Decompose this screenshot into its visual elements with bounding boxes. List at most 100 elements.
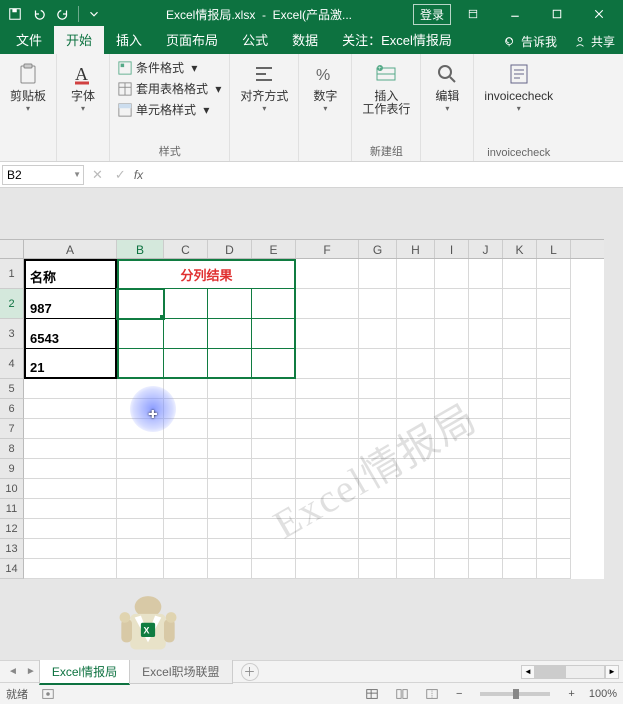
invoice-icon bbox=[505, 60, 533, 88]
horizontal-scrollbar[interactable]: ◄ ► bbox=[259, 665, 619, 679]
group-font: A 字体▾ bbox=[57, 54, 110, 161]
paste-button[interactable]: 剪贴板▾ bbox=[6, 58, 50, 115]
row-10[interactable]: 10 bbox=[0, 479, 604, 499]
zoom-in-button[interactable]: + bbox=[564, 688, 578, 700]
view-normal-icon[interactable] bbox=[362, 686, 382, 702]
cell-A3: 6543 bbox=[24, 319, 117, 349]
tab-page-layout[interactable]: 页面布局 bbox=[154, 26, 230, 54]
row-7[interactable]: 7 bbox=[0, 419, 604, 439]
cell-A2: 987 bbox=[24, 289, 117, 319]
row-8[interactable]: 8 bbox=[0, 439, 604, 459]
view-page-layout-icon[interactable] bbox=[392, 686, 412, 702]
accept-formula-icon: ✓ bbox=[115, 167, 126, 183]
tab-file[interactable]: 文件 bbox=[4, 26, 54, 54]
scroll-right-icon[interactable]: ► bbox=[605, 665, 619, 679]
cell-B1E1-merged: 分列结果 bbox=[117, 259, 296, 289]
clipboard-icon bbox=[14, 60, 42, 88]
quick-access-toolbar bbox=[4, 3, 105, 25]
sheet-nav-prev[interactable]: ◄ bbox=[4, 666, 22, 677]
col-header-E[interactable]: E bbox=[252, 240, 296, 258]
macro-record-icon[interactable] bbox=[38, 686, 58, 702]
group-label-styles: 样式 bbox=[159, 143, 181, 159]
maximize-icon[interactable] bbox=[537, 0, 577, 28]
insert-row-button[interactable]: + 插入 工作表行 bbox=[358, 58, 414, 118]
row-12[interactable]: 12 bbox=[0, 519, 604, 539]
minimize-icon[interactable] bbox=[495, 0, 535, 28]
close-icon[interactable] bbox=[579, 0, 619, 28]
group-clipboard: 剪贴板▾ bbox=[0, 54, 57, 161]
zoom-value[interactable]: 100% bbox=[589, 688, 617, 700]
fx-icon[interactable]: fx bbox=[134, 168, 143, 182]
row-2[interactable]: 2 987 bbox=[0, 289, 604, 319]
formula-bar: B2▼ ✕ ✓ fx bbox=[0, 162, 623, 188]
undo-icon[interactable] bbox=[28, 3, 50, 25]
table-format-button[interactable]: 套用表格格式 ▾ bbox=[116, 79, 223, 98]
tab-data[interactable]: 数据 bbox=[280, 26, 330, 54]
save-icon[interactable] bbox=[4, 3, 26, 25]
conditional-format-button[interactable]: 条件格式 ▾ bbox=[116, 58, 223, 77]
font-button[interactable]: A 字体▾ bbox=[63, 58, 103, 115]
group-invoicecheck: invoicecheck▾ invoicecheck bbox=[474, 54, 563, 161]
row-14[interactable]: 14 bbox=[0, 559, 604, 579]
formula-input[interactable] bbox=[151, 165, 621, 185]
edit-button[interactable]: 编辑▾ bbox=[427, 58, 467, 115]
status-bar: 就绪 − + 100% bbox=[0, 682, 623, 704]
login-button[interactable]: 登录 bbox=[413, 4, 451, 25]
tab-insert[interactable]: 插入 bbox=[104, 26, 154, 54]
col-header-I[interactable]: I bbox=[435, 240, 469, 258]
row-4[interactable]: 4 21 bbox=[0, 349, 604, 379]
grid[interactable]: A B C D E F G H I J K L 1 名称 分列结果 2 987 bbox=[0, 239, 604, 579]
cell-B2 bbox=[117, 289, 164, 319]
row-11[interactable]: 11 bbox=[0, 499, 604, 519]
tab-formula[interactable]: 公式 bbox=[230, 26, 280, 54]
percent-icon: % bbox=[311, 60, 339, 88]
redo-icon[interactable] bbox=[52, 3, 74, 25]
tab-attention[interactable]: 关注：Excel情报局 bbox=[330, 26, 464, 54]
cell-A1: 名称 bbox=[24, 259, 117, 289]
row-3[interactable]: 3 6543 bbox=[0, 319, 604, 349]
name-box[interactable]: B2▼ bbox=[2, 165, 84, 185]
search-icon bbox=[433, 60, 461, 88]
col-header-H[interactable]: H bbox=[397, 240, 435, 258]
zoom-slider[interactable] bbox=[480, 692, 550, 696]
group-align: 对齐方式▾ bbox=[230, 54, 299, 161]
row-6[interactable]: 6 bbox=[0, 399, 604, 419]
number-button[interactable]: % 数字▾ bbox=[305, 58, 345, 115]
svg-text:A: A bbox=[75, 64, 88, 84]
add-sheet-button[interactable]: ＋ bbox=[241, 663, 259, 681]
cell-A4: 21 bbox=[24, 349, 117, 379]
col-header-A[interactable]: A bbox=[24, 240, 117, 258]
cell-styles-button[interactable]: 单元格样式 ▾ bbox=[116, 100, 223, 119]
col-header-D[interactable]: D bbox=[208, 240, 252, 258]
sheet-nav-next[interactable]: ► bbox=[22, 666, 40, 677]
col-header-L[interactable]: L bbox=[537, 240, 571, 258]
align-button[interactable]: 对齐方式▾ bbox=[236, 58, 292, 115]
ribbon-options-icon[interactable] bbox=[453, 0, 493, 28]
row-13[interactable]: 13 bbox=[0, 539, 604, 559]
col-header-J[interactable]: J bbox=[469, 240, 503, 258]
col-header-K[interactable]: K bbox=[503, 240, 537, 258]
row-5[interactable]: 5 bbox=[0, 379, 604, 399]
col-header-G[interactable]: G bbox=[359, 240, 397, 258]
svg-text:+: + bbox=[378, 66, 382, 72]
row-9[interactable]: 9 bbox=[0, 459, 604, 479]
tellme-button[interactable]: 告诉我 bbox=[495, 29, 565, 54]
svg-text:%: % bbox=[316, 67, 330, 84]
sheet-tab-other[interactable]: Excel职场联盟 bbox=[129, 659, 232, 684]
qat-dropdown-icon[interactable] bbox=[83, 3, 105, 25]
tab-home[interactable]: 开始 bbox=[54, 26, 104, 54]
group-number: % 数字▾ bbox=[299, 54, 352, 161]
share-button[interactable]: 共享 bbox=[565, 29, 623, 54]
sheet-tab-active[interactable]: Excel情报局 bbox=[39, 659, 130, 685]
col-header-F[interactable]: F bbox=[296, 240, 359, 258]
zoom-out-button[interactable]: − bbox=[452, 688, 466, 700]
col-header-C[interactable]: C bbox=[164, 240, 208, 258]
view-page-break-icon[interactable] bbox=[422, 686, 442, 702]
col-header-B[interactable]: B bbox=[117, 240, 164, 258]
select-all-corner[interactable] bbox=[0, 240, 24, 258]
invoicecheck-button[interactable]: invoicecheck▾ bbox=[480, 58, 557, 115]
scroll-left-icon[interactable]: ◄ bbox=[521, 665, 535, 679]
group-new: + 插入 工作表行 新建组 bbox=[352, 54, 421, 161]
column-headers[interactable]: A B C D E F G H I J K L bbox=[0, 239, 604, 259]
row-1[interactable]: 1 名称 分列结果 bbox=[0, 259, 604, 289]
